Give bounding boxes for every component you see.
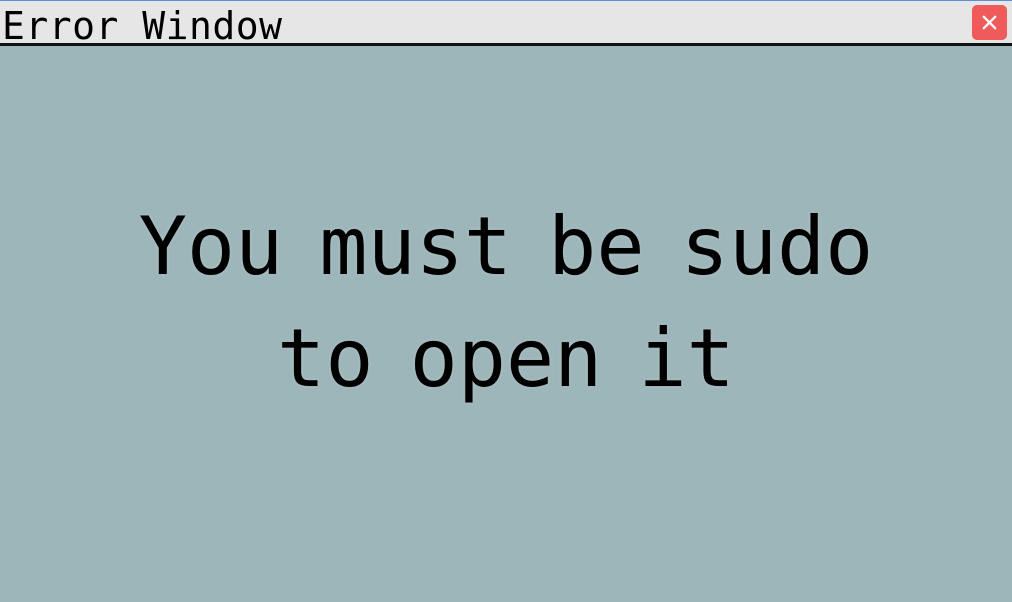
error-message: You must be sudo to open it — [138, 200, 874, 405]
window-content: You must be sudo to open it — [0, 46, 1012, 602]
error-window: Error Window You must be sudo to open it — [0, 0, 1012, 602]
window-title: Error Window — [2, 4, 283, 48]
close-icon — [982, 15, 997, 30]
close-button[interactable] — [972, 5, 1007, 40]
title-bar: Error Window — [0, 1, 1012, 48]
